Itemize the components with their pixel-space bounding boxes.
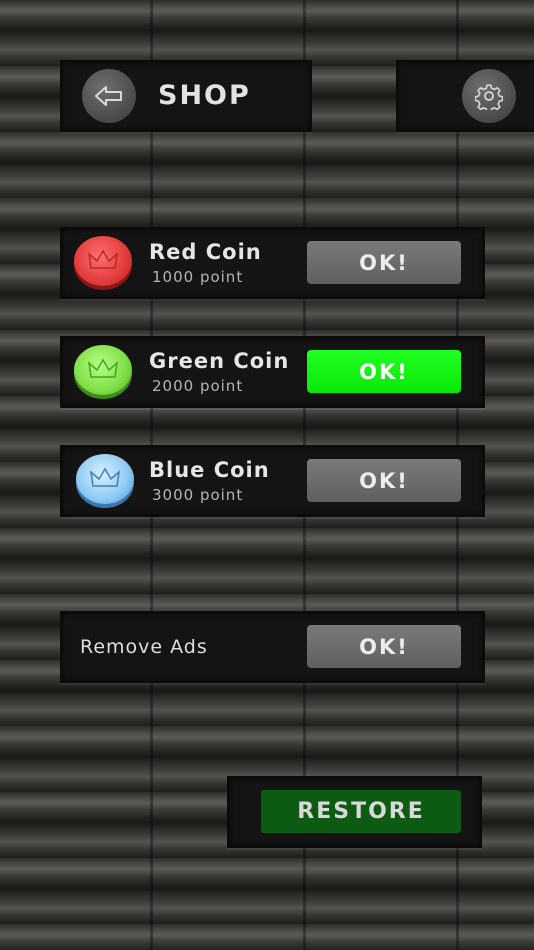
item-name: Green Coin [149,349,290,373]
buy-red-coin-button[interactable]: OK! [307,241,461,284]
back-arrow-icon [95,86,122,106]
remove-ads-button[interactable]: OK! [307,625,461,668]
back-button[interactable] [82,69,136,123]
page-title: SHOP [158,80,251,111]
buy-green-coin-button[interactable]: OK! [307,350,461,393]
remove-ads-label: Remove Ads [80,636,208,658]
blue-coin-icon [76,454,134,504]
crown-icon [87,358,119,378]
settings-button[interactable] [462,69,516,123]
item-name: Blue Coin [149,458,270,482]
green-coin-icon [74,345,132,395]
item-price: 2000 point [152,377,244,395]
crown-icon [89,467,121,487]
crown-icon [87,249,119,269]
item-price: 3000 point [152,486,244,504]
red-coin-icon [74,236,132,286]
restore-button[interactable]: RESTORE [261,790,461,833]
item-name: Red Coin [149,240,262,264]
buy-blue-coin-button[interactable]: OK! [307,459,461,502]
item-price: 1000 point [152,268,244,286]
gear-icon [475,84,503,110]
